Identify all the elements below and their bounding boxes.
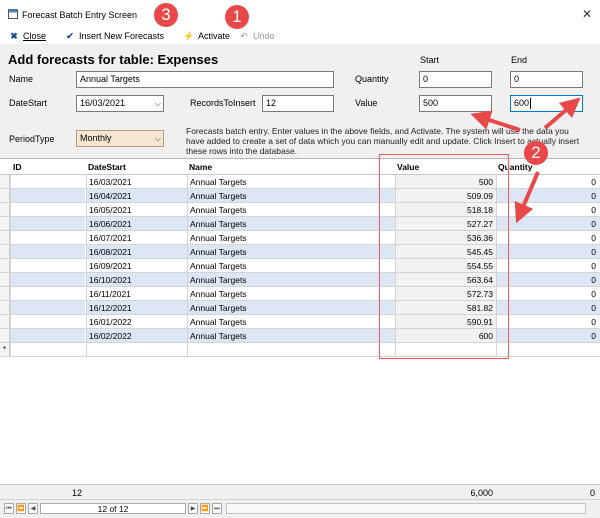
arrow-to-value-start bbox=[470, 110, 521, 132]
annotation-badge-2: 2 bbox=[524, 141, 548, 165]
arrow-to-value-column bbox=[514, 171, 540, 224]
arrow-to-value-end bbox=[543, 97, 581, 130]
annotation-badge-1: 1 bbox=[225, 5, 249, 29]
annotation-arrows bbox=[470, 97, 581, 224]
annotation-badge-3: 3 bbox=[154, 3, 178, 27]
